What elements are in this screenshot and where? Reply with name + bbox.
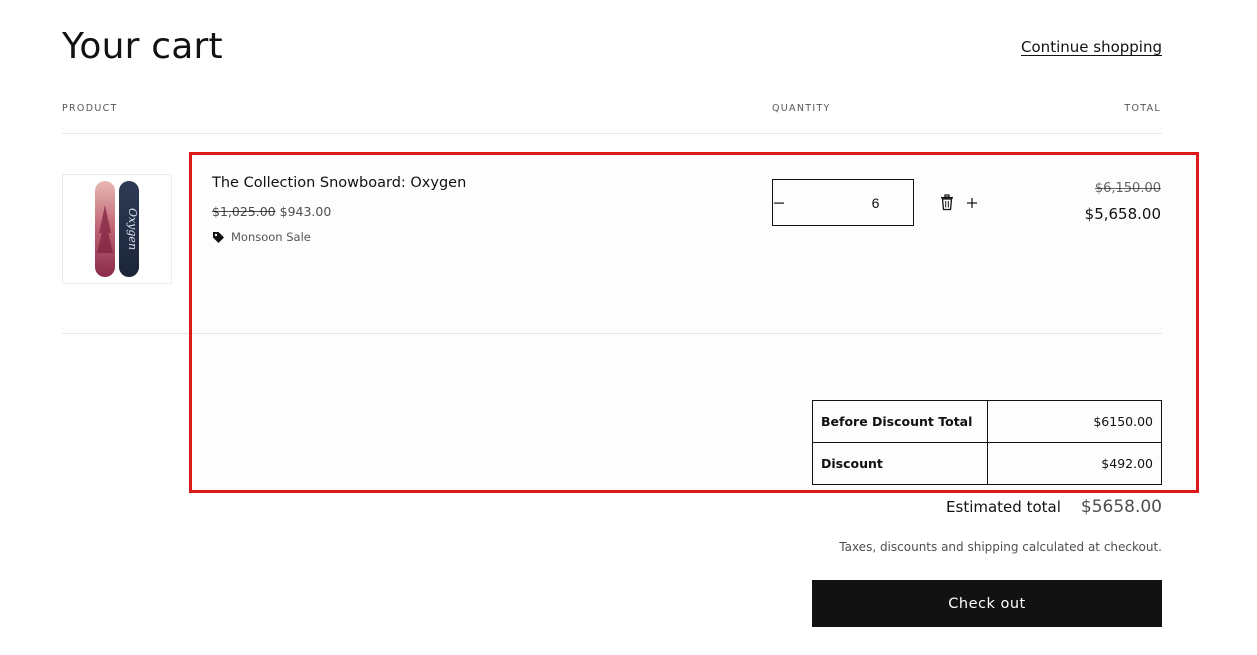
quantity-increase-button[interactable] [966,180,978,225]
plus-icon [967,197,977,208]
checkout-button[interactable]: Check out [812,580,1162,627]
line-total: $5,658.00 [1084,205,1161,223]
snowboard-image: Oxygen [95,181,139,277]
estimated-total: Estimated total $5658.00 [946,497,1162,517]
tag-icon [213,231,224,243]
estimated-total-label: Estimated total [946,498,1061,516]
divider [62,133,1162,134]
compare-at-price: $1,025.00 [212,204,276,219]
table-row: Discount $492.00 [812,442,1162,485]
column-header-quantity: QUANTITY [772,103,831,114]
sale-price: $943.00 [279,204,332,219]
estimated-total-value: $5658.00 [1080,497,1162,517]
summary-label: Before Discount Total [812,400,988,443]
column-header-total: TOTAL [1124,103,1161,114]
board-brand-text: Oxygen [126,208,139,250]
continue-shopping-link[interactable]: Continue shopping [1021,38,1162,56]
product-name-link[interactable]: The Collection Snowboard: Oxygen [212,175,466,191]
page-title: Your cart [62,26,223,67]
summary-label: Discount [812,442,988,485]
line-total-original: $6,150.00 [1094,181,1161,196]
summary-value: $492.00 [987,442,1162,485]
discount-name: Monsoon Sale [231,230,311,244]
column-header-product: PRODUCT [62,103,118,114]
discount-summary-table: Before Discount Total $6150.00 Discount … [812,400,1162,485]
product-image[interactable]: Oxygen [62,174,172,284]
discount-badge: Monsoon Sale [212,230,311,244]
remove-item-button[interactable] [939,194,955,211]
trash-icon [941,194,953,211]
tax-note: Taxes, discounts and shipping calculated… [839,540,1162,554]
summary-value: $6150.00 [987,400,1162,443]
product-price: $1,025.00 $943.00 [212,204,331,219]
quantity-decrease-button[interactable] [773,180,785,225]
divider [62,333,1162,334]
minus-icon [774,202,784,204]
quantity-stepper [772,179,977,226]
table-row: Before Discount Total $6150.00 [812,400,1162,443]
